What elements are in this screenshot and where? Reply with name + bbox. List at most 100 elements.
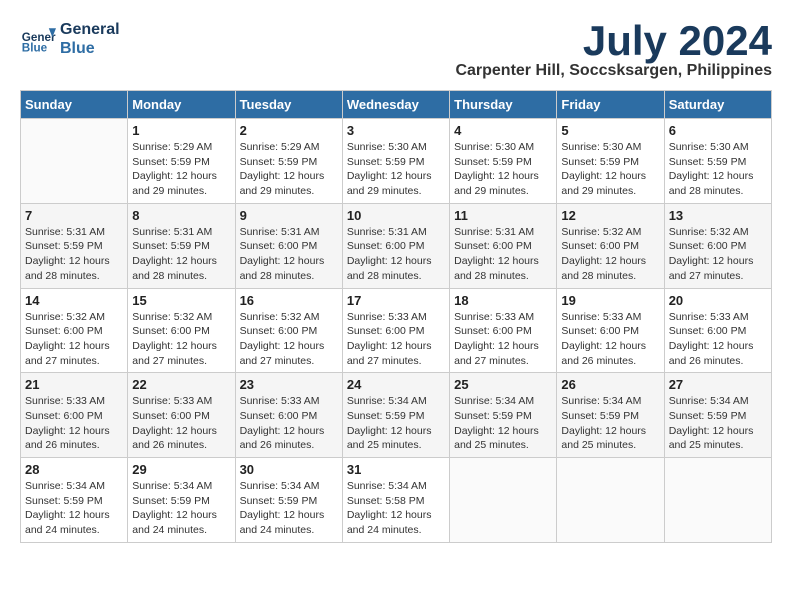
logo-general: General — [60, 20, 120, 39]
calendar-cell: 4 Sunrise: 5:30 AM Sunset: 5:59 PM Daylig… — [450, 119, 557, 204]
day-info: Sunrise: 5:34 AM Sunset: 5:59 PM Dayligh… — [669, 394, 767, 453]
column-header-thursday: Thursday — [450, 91, 557, 119]
calendar-cell: 14 Sunrise: 5:32 AM Sunset: 6:00 PM Dayli… — [21, 288, 128, 373]
day-info: Sunrise: 5:30 AM Sunset: 5:59 PM Dayligh… — [561, 140, 659, 199]
logo-icon: General Blue — [20, 21, 56, 57]
day-number: 10 — [347, 208, 445, 223]
day-info: Sunrise: 5:34 AM Sunset: 5:59 PM Dayligh… — [347, 394, 445, 453]
day-info: Sunrise: 5:30 AM Sunset: 5:59 PM Dayligh… — [669, 140, 767, 199]
day-number: 21 — [25, 377, 123, 392]
calendar-cell — [557, 458, 664, 543]
calendar-cell: 22Sunrise: 5:33 AM Sunset: 6:00 PM Dayli… — [128, 373, 235, 458]
calendar-cell: 25 Sunrise: 5:34 AM Sunset: 5:59 PM Dayli… — [450, 373, 557, 458]
calendar-cell: 31 Sunrise: 5:34 AM Sunset: 5:58 PM Dayli… — [342, 458, 449, 543]
day-info: Sunrise: 5:29 AM Sunset: 5:59 PM Dayligh… — [240, 140, 338, 199]
day-number: 4 — [454, 123, 552, 138]
day-number: 28 — [25, 462, 123, 477]
calendar-cell: 20 Sunrise: 5:33 AM Sunset: 6:00 PM Dayli… — [664, 288, 771, 373]
day-number: 24 — [347, 377, 445, 392]
day-info: Sunrise: 5:33 AM Sunset: 6:00 PM Dayligh… — [25, 394, 123, 453]
calendar-cell: 6 Sunrise: 5:30 AM Sunset: 5:59 PM Daylig… — [664, 119, 771, 204]
calendar-cell — [21, 119, 128, 204]
calendar-cell — [450, 458, 557, 543]
page-header: General Blue General Blue July 2024 Carp… — [20, 20, 772, 80]
day-number: 23 — [240, 377, 338, 392]
day-info: Sunrise: 5:34 AM Sunset: 5:58 PM Dayligh… — [347, 479, 445, 538]
day-info: Sunrise: 5:31 AM Sunset: 6:00 PM Dayligh… — [347, 225, 445, 284]
day-number: 3 — [347, 123, 445, 138]
day-number: 14 — [25, 293, 123, 308]
day-info: Sunrise: 5:32 AM Sunset: 6:00 PM Dayligh… — [240, 310, 338, 369]
day-info: Sunrise: 5:31 AM Sunset: 5:59 PM Dayligh… — [132, 225, 230, 284]
location-title: Carpenter Hill, Soccsksargen, Philippine… — [455, 62, 772, 80]
calendar-cell: 19Sunrise: 5:33 AM Sunset: 6:00 PM Dayli… — [557, 288, 664, 373]
day-info: Sunrise: 5:34 AM Sunset: 5:59 PM Dayligh… — [240, 479, 338, 538]
day-number: 20 — [669, 293, 767, 308]
calendar-cell: 8 Sunrise: 5:31 AM Sunset: 5:59 PM Daylig… — [128, 203, 235, 288]
logo-blue: Blue — [60, 39, 120, 58]
title-block: July 2024 Carpenter Hill, Soccsksargen, … — [455, 20, 772, 80]
calendar-cell: 24 Sunrise: 5:34 AM Sunset: 5:59 PM Dayli… — [342, 373, 449, 458]
column-header-tuesday: Tuesday — [235, 91, 342, 119]
day-number: 15 — [132, 293, 230, 308]
day-number: 29 — [132, 462, 230, 477]
calendar-cell: 11 Sunrise: 5:31 AM Sunset: 6:00 PM Dayli… — [450, 203, 557, 288]
calendar-cell: 28 Sunrise: 5:34 AM Sunset: 5:59 PM Dayli… — [21, 458, 128, 543]
day-info: Sunrise: 5:31 AM Sunset: 6:00 PM Dayligh… — [454, 225, 552, 284]
column-header-wednesday: Wednesday — [342, 91, 449, 119]
day-info: Sunrise: 5:34 AM Sunset: 5:59 PM Dayligh… — [454, 394, 552, 453]
calendar-cell — [664, 458, 771, 543]
day-info: Sunrise: 5:32 AM Sunset: 6:00 PM Dayligh… — [669, 225, 767, 284]
calendar-cell: 29 Sunrise: 5:34 AM Sunset: 5:59 PM Dayli… — [128, 458, 235, 543]
day-number: 25 — [454, 377, 552, 392]
day-info: Sunrise: 5:34 AM Sunset: 5:59 PM Dayligh… — [25, 479, 123, 538]
day-info: Sunrise: 5:30 AM Sunset: 5:59 PM Dayligh… — [454, 140, 552, 199]
day-number: 18 — [454, 293, 552, 308]
month-title: July 2024 — [455, 20, 772, 62]
day-number: 31 — [347, 462, 445, 477]
day-number: 27 — [669, 377, 767, 392]
day-number: 2 — [240, 123, 338, 138]
day-info: Sunrise: 5:32 AM Sunset: 6:00 PM Dayligh… — [25, 310, 123, 369]
calendar-cell: 26Sunrise: 5:34 AM Sunset: 5:59 PM Dayli… — [557, 373, 664, 458]
day-number: 16 — [240, 293, 338, 308]
day-info: Sunrise: 5:33 AM Sunset: 6:00 PM Dayligh… — [347, 310, 445, 369]
day-number: 8 — [132, 208, 230, 223]
calendar-cell: 16 Sunrise: 5:32 AM Sunset: 6:00 PM Dayli… — [235, 288, 342, 373]
day-info: Sunrise: 5:32 AM Sunset: 6:00 PM Dayligh… — [132, 310, 230, 369]
calendar-cell: 3 Sunrise: 5:30 AM Sunset: 5:59 PM Daylig… — [342, 119, 449, 204]
day-number: 6 — [669, 123, 767, 138]
day-number: 11 — [454, 208, 552, 223]
day-info: Sunrise: 5:29 AM Sunset: 5:59 PM Dayligh… — [132, 140, 230, 199]
calendar-cell: 23 Sunrise: 5:33 AM Sunset: 6:00 PM Dayli… — [235, 373, 342, 458]
calendar-cell: 17 Sunrise: 5:33 AM Sunset: 6:00 PM Dayli… — [342, 288, 449, 373]
day-info: Sunrise: 5:33 AM Sunset: 6:00 PM Dayligh… — [669, 310, 767, 369]
logo: General Blue General Blue — [20, 20, 120, 58]
day-info: Sunrise: 5:32 AM Sunset: 6:00 PM Dayligh… — [561, 225, 659, 284]
calendar-cell: 13 Sunrise: 5:32 AM Sunset: 6:00 PM Dayli… — [664, 203, 771, 288]
day-info: Sunrise: 5:33 AM Sunset: 6:00 PM Dayligh… — [454, 310, 552, 369]
day-info: Sunrise: 5:33 AM Sunset: 6:00 PM Dayligh… — [240, 394, 338, 453]
day-info: Sunrise: 5:34 AM Sunset: 5:59 PM Dayligh… — [132, 479, 230, 538]
day-number: 17 — [347, 293, 445, 308]
calendar-cell: 7Sunrise: 5:31 AM Sunset: 5:59 PM Daylig… — [21, 203, 128, 288]
day-number: 26 — [561, 377, 659, 392]
calendar-cell: 5 Sunrise: 5:30 AM Sunset: 5:59 PM Daylig… — [557, 119, 664, 204]
day-number: 9 — [240, 208, 338, 223]
calendar-cell: 2 Sunrise: 5:29 AM Sunset: 5:59 PM Daylig… — [235, 119, 342, 204]
day-number: 5 — [561, 123, 659, 138]
day-number: 12 — [561, 208, 659, 223]
day-info: Sunrise: 5:30 AM Sunset: 5:59 PM Dayligh… — [347, 140, 445, 199]
day-info: Sunrise: 5:31 AM Sunset: 5:59 PM Dayligh… — [25, 225, 123, 284]
svg-text:Blue: Blue — [22, 42, 48, 55]
calendar-cell: 12 Sunrise: 5:32 AM Sunset: 6:00 PM Dayli… — [557, 203, 664, 288]
day-info: Sunrise: 5:33 AM Sunset: 6:00 PM Dayligh… — [561, 310, 659, 369]
calendar-cell: 21 Sunrise: 5:33 AM Sunset: 6:00 PM Dayli… — [21, 373, 128, 458]
column-header-sunday: Sunday — [21, 91, 128, 119]
day-number: 22 — [132, 377, 230, 392]
calendar-cell: 1 Sunrise: 5:29 AM Sunset: 5:59 PM Daylig… — [128, 119, 235, 204]
day-number: 1 — [132, 123, 230, 138]
calendar-cell: 27 Sunrise: 5:34 AM Sunset: 5:59 PM Dayli… — [664, 373, 771, 458]
column-header-saturday: Saturday — [664, 91, 771, 119]
day-number: 13 — [669, 208, 767, 223]
